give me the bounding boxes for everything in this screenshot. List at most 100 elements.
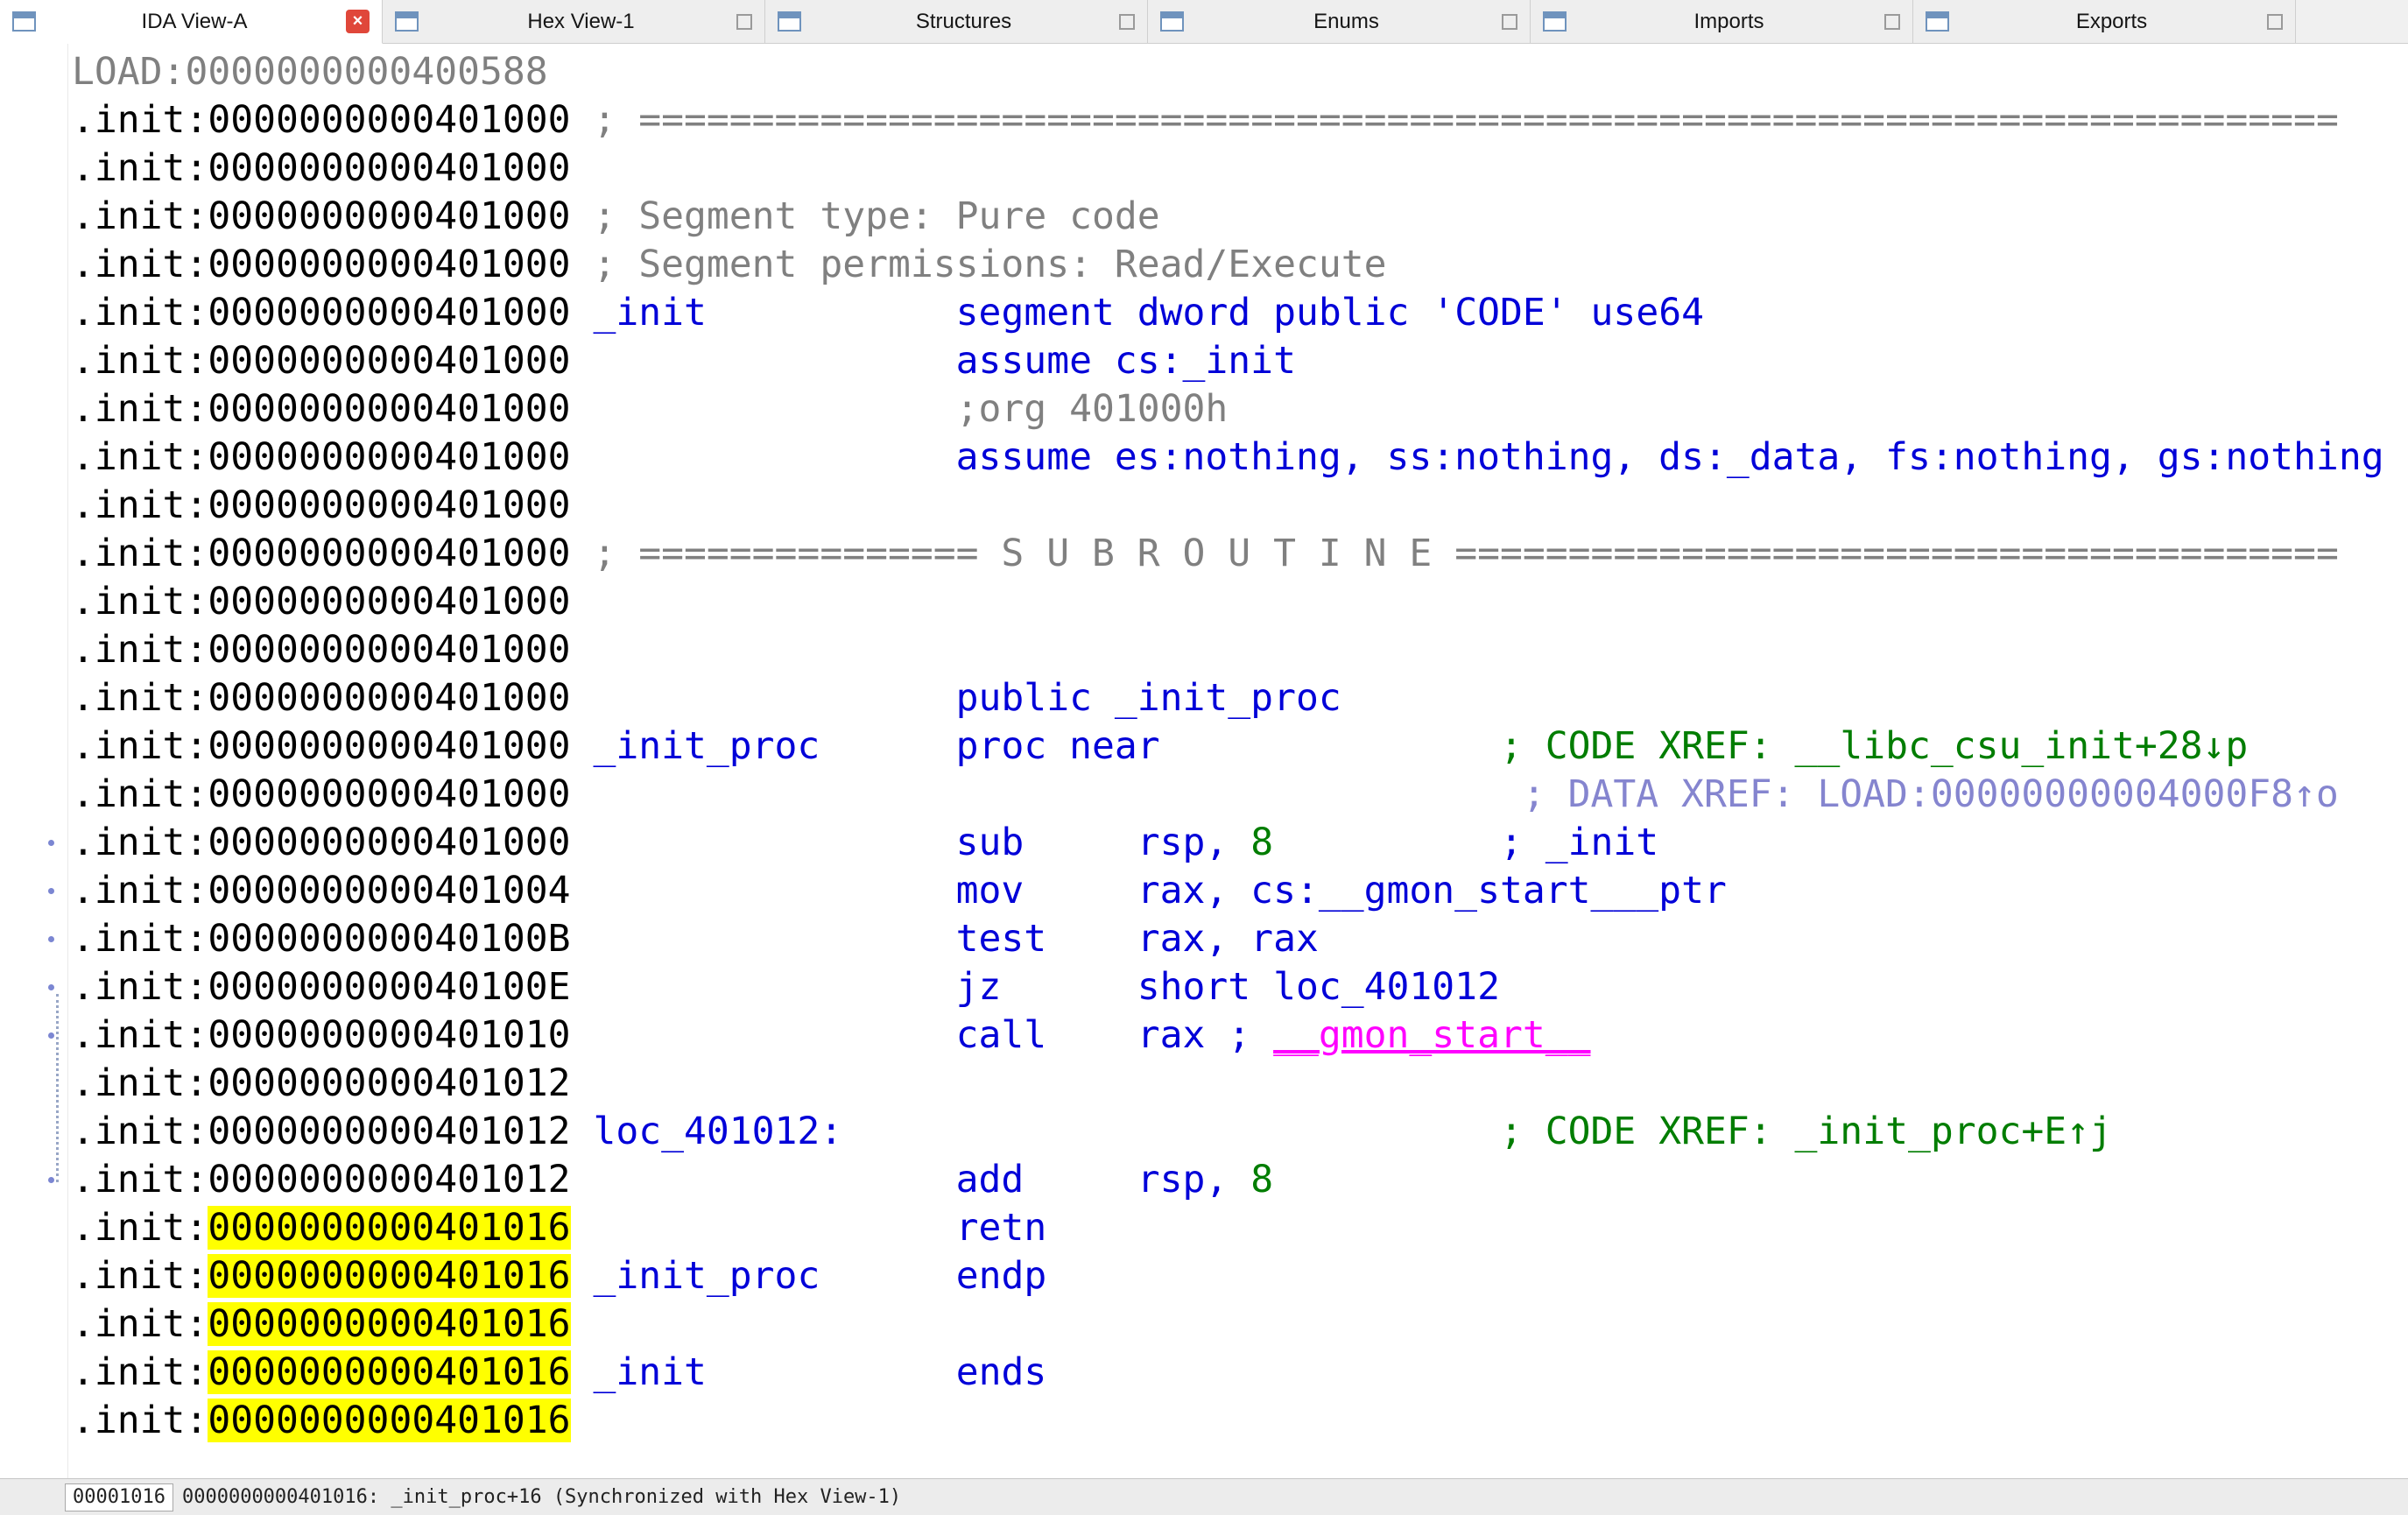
code-segment: .init: bbox=[72, 1254, 208, 1298]
listing-line[interactable]: .init:000000000040100B test rax, rax bbox=[0, 915, 2408, 963]
close-tab-icon[interactable] bbox=[1884, 13, 1900, 30]
listing-line[interactable]: .init:0000000000401000 ; Segment type: P… bbox=[0, 193, 2408, 241]
tab-enums[interactable]: Enums bbox=[1148, 0, 1531, 43]
listing-line[interactable]: .init:0000000000401004 mov rax, cs:__gmo… bbox=[0, 867, 2408, 915]
code-segment: proc near bbox=[955, 724, 1160, 768]
code-segment: .init: bbox=[72, 1302, 208, 1346]
listing-line[interactable]: .init:0000000000401000 bbox=[0, 578, 2408, 626]
listing-line[interactable]: .init:0000000000401012 add rsp, 8 bbox=[0, 1156, 2408, 1204]
listing-line[interactable]: .init:0000000000401012 bbox=[0, 1060, 2408, 1108]
listing-line[interactable]: .init:0000000000401000 bbox=[0, 482, 2408, 530]
listing-line[interactable]: .init:0000000000401000 ; ===============… bbox=[0, 96, 2408, 144]
code-segment: .init:0000000000401000 bbox=[72, 724, 594, 768]
highlighted-address: 0000000000401016 bbox=[208, 1350, 571, 1394]
code-segment: retn bbox=[955, 1206, 1047, 1250]
view-window-icon bbox=[12, 11, 36, 32]
listing-line[interactable]: .init:0000000000401000 public _init_proc bbox=[0, 674, 2408, 722]
close-tab-icon[interactable] bbox=[1119, 13, 1135, 30]
code-segment: .init:0000000000401000 bbox=[72, 387, 956, 431]
close-tab-icon[interactable] bbox=[1502, 13, 1517, 30]
listing-line[interactable]: .init:0000000000401000 ; DATA XREF: LOAD… bbox=[0, 771, 2408, 819]
code-segment: ; ======================================… bbox=[593, 98, 2339, 142]
disassembly-listing: LOAD:0000000000400588 .init:0000000000401… bbox=[0, 48, 2408, 1445]
code-segment: 8 bbox=[1250, 1158, 1274, 1201]
close-tab-icon[interactable] bbox=[736, 13, 752, 30]
code-segment: .init: bbox=[72, 1206, 208, 1250]
code-segment: ; Segment type: Pure code bbox=[593, 194, 1160, 238]
code-segment: .init:0000000000401000 bbox=[72, 291, 594, 335]
code-segment: public _init_proc bbox=[955, 676, 1341, 720]
tab-structures[interactable]: Structures bbox=[765, 0, 1148, 43]
code-segment: .init:0000000000401000 bbox=[72, 483, 571, 527]
status-offset-box: 00001016 bbox=[65, 1483, 173, 1511]
tab-hex-view-1[interactable]: Hex View-1 bbox=[383, 0, 765, 43]
code-segment: call rax ; bbox=[955, 1013, 1274, 1057]
view-window-icon bbox=[1543, 11, 1567, 32]
listing-line[interactable]: .init:0000000000401000 sub rsp, 8 ; _ini… bbox=[0, 819, 2408, 867]
listing-line[interactable]: .init:000000000040100E jz short loc_4010… bbox=[0, 963, 2408, 1011]
code-segment: .init:0000000000401000 bbox=[72, 821, 956, 864]
tab-label: Hex View-1 bbox=[527, 9, 635, 33]
listing-line[interactable]: .init:0000000000401016 _init_proc endp bbox=[0, 1252, 2408, 1300]
listing-line[interactable]: .init:0000000000401016 retn bbox=[0, 1204, 2408, 1252]
tab-imports[interactable]: Imports bbox=[1531, 0, 1913, 43]
status-bar: 00001016 0000000000401016: _init_proc+16… bbox=[0, 1478, 2408, 1515]
code-segment: jz short loc_401012 bbox=[955, 965, 1500, 1009]
code-segment: ; CODE XREF: _init_proc+E↑j bbox=[1499, 1110, 2112, 1153]
listing-line[interactable]: .init:0000000000401000 assume es:nothing… bbox=[0, 433, 2408, 482]
listing-line[interactable]: .init:0000000000401000 ; Segment permiss… bbox=[0, 241, 2408, 289]
code-segment: ; CODE XREF: __libc_csu_init+28↓p bbox=[1500, 724, 2249, 768]
code-segment: .init:000000000040100E bbox=[72, 965, 956, 1009]
listing-line[interactable]: .init:0000000000401012 loc_401012: ; COD… bbox=[0, 1108, 2408, 1156]
code-segment: mov rax, cs:__gmon_start___ptr bbox=[955, 869, 1727, 913]
code-segment: segment dword public 'CODE' use64 bbox=[955, 291, 1704, 335]
instruction-mark-icon bbox=[48, 1032, 54, 1039]
listing-line[interactable]: .init:0000000000401016 _init ends bbox=[0, 1349, 2408, 1397]
view-window-icon bbox=[1160, 11, 1184, 32]
listing-line[interactable]: .init:0000000000401010 call rax ; __gmon… bbox=[0, 1011, 2408, 1060]
code-segment: .init:0000000000401012 bbox=[72, 1110, 594, 1153]
close-tab-icon[interactable] bbox=[2267, 13, 2283, 30]
code-segment: _init bbox=[593, 291, 707, 335]
listing-line[interactable]: .init:0000000000401000 bbox=[0, 626, 2408, 674]
tab-bar: IDA View-A × Hex View-1 Structures Enums… bbox=[0, 0, 2408, 44]
code-segment: .init: bbox=[72, 1399, 208, 1442]
listing-line[interactable]: .init:0000000000401016 bbox=[0, 1300, 2408, 1349]
code-segment: .init:0000000000401000 bbox=[72, 243, 594, 286]
code-segment: test rax, rax bbox=[955, 917, 1319, 961]
tab-ida-view-a[interactable]: IDA View-A × bbox=[0, 0, 383, 44]
listing-line[interactable]: .init:0000000000401000 assume cs:_init bbox=[0, 337, 2408, 385]
listing-line[interactable]: .init:0000000000401016 bbox=[0, 1397, 2408, 1445]
tab-label: Enums bbox=[1313, 9, 1379, 33]
tab-label: IDA View-A bbox=[141, 9, 248, 33]
view-window-icon bbox=[1926, 11, 1949, 32]
highlighted-address: 0000000000401016 bbox=[208, 1206, 571, 1250]
code-segment: ;org 401000h bbox=[955, 387, 1229, 431]
listing-line[interactable]: LOAD:0000000000400588 bbox=[0, 48, 2408, 96]
code-segment: .init:0000000000401012 bbox=[72, 1061, 571, 1105]
close-tab-icon[interactable]: × bbox=[346, 10, 370, 33]
code-segment: .init:0000000000401000 bbox=[72, 98, 594, 142]
tab-exports[interactable]: Exports bbox=[1913, 0, 2296, 43]
code-segment: .init:0000000000401000 bbox=[72, 146, 571, 190]
code-segment: ; _init bbox=[1499, 821, 1659, 864]
listing-line[interactable]: .init:0000000000401000 ; ===============… bbox=[0, 530, 2408, 578]
listing-line[interactable]: .init:0000000000401000 _init segment dwo… bbox=[0, 289, 2408, 337]
code-segment: _init bbox=[593, 1350, 707, 1394]
code-segment: ; Segment permissions: Read/Execute bbox=[593, 243, 1387, 286]
listing-line[interactable]: .init:0000000000401000 ;org 401000h bbox=[0, 385, 2408, 433]
listing-line[interactable]: .init:0000000000401000 _init_proc proc n… bbox=[0, 722, 2408, 771]
listing-line[interactable]: .init:0000000000401000 bbox=[0, 144, 2408, 193]
instruction-mark-icon bbox=[48, 888, 54, 894]
tab-label: Imports bbox=[1693, 9, 1764, 33]
code-segment: assume cs:_init bbox=[955, 339, 1296, 383]
code-segment: endp bbox=[955, 1254, 1047, 1298]
